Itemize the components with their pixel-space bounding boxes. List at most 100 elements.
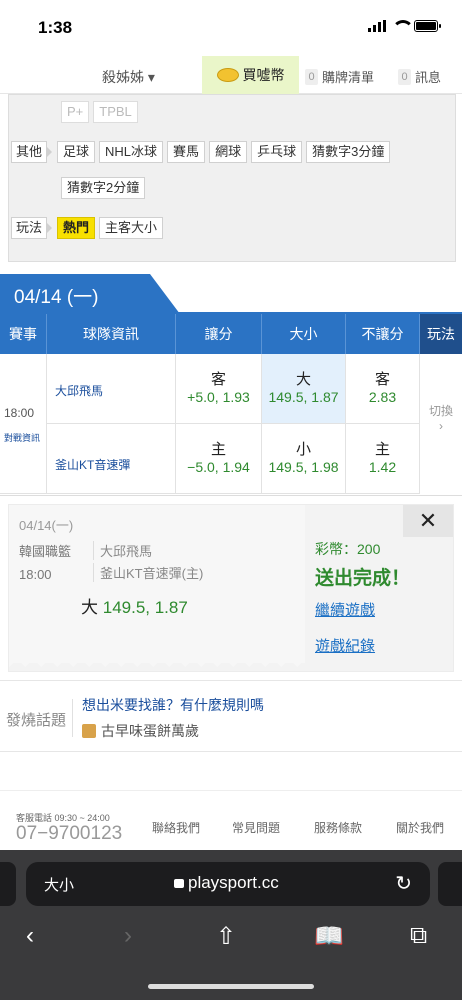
- home-indicator: [148, 984, 314, 989]
- status-icons: [368, 20, 441, 32]
- filter-tag-nhl[interactable]: NHL冰球: [99, 141, 164, 163]
- away-spread-side: 客: [210, 371, 226, 388]
- cart-count: 0: [305, 68, 318, 85]
- user-menu[interactable]: 殺姊姊 ▾: [102, 67, 155, 87]
- filter-panel: P+ TPBL 其他 足球 NHL冰球 賽馬 網球 乒乓球 猜數字3分鐘 猜數字…: [8, 94, 456, 262]
- reload-icon[interactable]: ↻: [395, 871, 412, 896]
- browser-chrome: 大小 playsport.cc ↻ ‹ › ⇧ 📖 ⧉: [0, 850, 462, 1000]
- cart-link[interactable]: 0 購牌清單: [305, 67, 374, 86]
- receipt-time: 18:00: [19, 567, 52, 582]
- share-icon[interactable]: ⇧: [216, 922, 236, 951]
- hot-topic-question[interactable]: 想出米要找誰？有什麼規則嗎: [82, 695, 264, 715]
- team-home[interactable]: 釜山KT音速彈: [55, 456, 130, 473]
- home-total-side: 小: [295, 441, 311, 458]
- close-icon[interactable]: ✕: [403, 505, 453, 537]
- status-bar: 1:38: [0, 0, 462, 50]
- hot-topic-label: 發燒話題: [6, 712, 67, 729]
- battery-icon: [414, 20, 441, 32]
- continue-game-link[interactable]: 繼續遊戲: [315, 599, 375, 620]
- col-header-total: 大小: [262, 314, 346, 354]
- url-display[interactable]: playsport.cc: [174, 873, 279, 893]
- reader-settings-button[interactable]: 大小: [44, 874, 74, 895]
- footer-link-faq[interactable]: 常見問題: [232, 819, 280, 836]
- receipt-league: 韓國職籃: [19, 544, 72, 559]
- signal-icon: [368, 20, 386, 32]
- coin-icon: [216, 68, 239, 82]
- prev-tab-peek[interactable]: [0, 862, 16, 906]
- game-time: 18:00: [4, 406, 35, 420]
- hot-topic-divider: [72, 699, 73, 737]
- filter-tag-p-plus[interactable]: P+: [61, 101, 90, 123]
- hotline-number[interactable]: 07−9700123: [16, 823, 122, 845]
- home-moneyline-cell[interactable]: 主 1.42: [346, 424, 420, 494]
- status-time: 1:38: [38, 18, 73, 37]
- home-total-cell[interactable]: 小 149.5, 1.98: [262, 424, 346, 494]
- footer-link-contact[interactable]: 聯絡我們: [152, 819, 200, 836]
- odds-table-body: 18:00 對戰資訊 大邱飛馬 釜山KT音速彈 客 +5.0, 1.93 大 1…: [0, 354, 462, 496]
- messages-count: 0: [398, 68, 411, 85]
- away-spread-odds: +5.0, 1.93: [187, 389, 250, 405]
- game-history-link[interactable]: 遊戲紀錄: [315, 635, 375, 656]
- hot-topic: 發燒話題 想出米要找誰？有什麼規則嗎 古早味蛋餅萬歲: [0, 680, 462, 752]
- event-cell: 18:00 對戰資訊: [0, 354, 47, 494]
- away-total-odds: 149.5, 1.87: [268, 389, 339, 405]
- receipt-coins: 彩幣：200: [315, 541, 381, 557]
- matchup-link[interactable]: 對戰資訊: [4, 431, 40, 444]
- forward-icon[interactable]: ›: [124, 922, 132, 950]
- back-icon[interactable]: ‹: [26, 922, 34, 950]
- receipt-team-away: 大邱飛馬: [93, 541, 152, 560]
- home-moneyline-side: 主: [374, 441, 390, 458]
- next-tab-peek[interactable]: [438, 862, 462, 906]
- filter-tag-pingpong[interactable]: 乒乓球: [251, 141, 303, 163]
- receipt-pick-value: 149.5, 1.87: [102, 598, 188, 617]
- home-spread-side: 主: [210, 441, 226, 458]
- messages-label: 訊息: [415, 70, 442, 85]
- col-header-spread: 讓分: [176, 314, 262, 354]
- away-moneyline-cell[interactable]: 客 2.83: [346, 354, 420, 424]
- team-away[interactable]: 大邱飛馬: [55, 382, 103, 399]
- away-total-side: 大: [295, 371, 311, 388]
- footer-link-about[interactable]: 關於我們: [396, 819, 444, 836]
- away-moneyline-odds: 2.83: [368, 389, 397, 405]
- date-bar: 04/14 (一): [0, 274, 462, 314]
- url-text: playsport.cc: [188, 873, 279, 892]
- home-spread-odds: −5.0, 1.94: [187, 459, 250, 475]
- address-bar[interactable]: 大小 playsport.cc ↻: [26, 862, 430, 906]
- filter-tag-tpbl[interactable]: TPBL: [93, 101, 138, 123]
- team-away-cell: 大邱飛馬: [47, 354, 176, 424]
- home-spread-cell[interactable]: 主 −5.0, 1.94: [176, 424, 262, 494]
- tabs-icon[interactable]: ⧉: [410, 922, 427, 950]
- avatar-icon: [82, 724, 96, 738]
- filter-tag-soccer[interactable]: 足球: [57, 141, 96, 163]
- col-header-event: 賽事: [0, 314, 47, 354]
- filter-tag-horse[interactable]: 賽馬: [167, 141, 206, 163]
- receipt-pick-label: 大: [81, 598, 98, 617]
- bookmarks-icon[interactable]: 📖: [314, 922, 344, 951]
- hot-topic-author-name: 古早味蛋餅萬歲: [101, 723, 199, 739]
- filter-tag-hot[interactable]: 熱門: [57, 217, 96, 239]
- buy-coins-label: 買噓幣: [242, 67, 285, 83]
- home-moneyline-odds: 1.42: [368, 459, 397, 475]
- away-total-cell[interactable]: 大 149.5, 1.87: [262, 354, 346, 424]
- top-nav: 殺姊姊 ▾ 買噓幣 0 購牌清單 0 訊息: [0, 56, 462, 94]
- filter-tag-tennis[interactable]: 網球: [209, 141, 248, 163]
- switch-label: 切換: [428, 404, 453, 418]
- buy-coins-button[interactable]: 買噓幣: [202, 56, 299, 94]
- switch-play-button[interactable]: 切換 ›: [420, 354, 462, 494]
- ticket-zigzag-edge: [9, 651, 305, 671]
- col-header-play[interactable]: 玩法: [420, 314, 462, 354]
- wifi-icon: [392, 20, 414, 32]
- filter-tag-guess3[interactable]: 猜數字3分鐘: [306, 141, 391, 163]
- hot-topic-author[interactable]: 古早味蛋餅萬歲: [82, 721, 199, 741]
- messages-link[interactable]: 0 訊息: [398, 67, 441, 86]
- away-spread-cell[interactable]: 客 +5.0, 1.93: [176, 354, 262, 424]
- page-footer: 客服電話 09:30 ~ 24:00 07−9700123 聯絡我們 常見問題 …: [0, 790, 462, 850]
- chevron-right-icon: ›: [439, 419, 443, 433]
- team-home-cell: 釜山KT音速彈: [47, 424, 176, 494]
- filter-tag-guess2[interactable]: 猜數字2分鐘: [61, 177, 146, 199]
- footer-link-terms[interactable]: 服務條款: [314, 819, 362, 836]
- date-tab[interactable]: 04/14 (一): [0, 274, 180, 314]
- filter-tag-home-away-total[interactable]: 主客大小: [99, 217, 164, 239]
- col-header-moneyline: 不讓分: [346, 314, 420, 354]
- lock-icon: [174, 878, 184, 888]
